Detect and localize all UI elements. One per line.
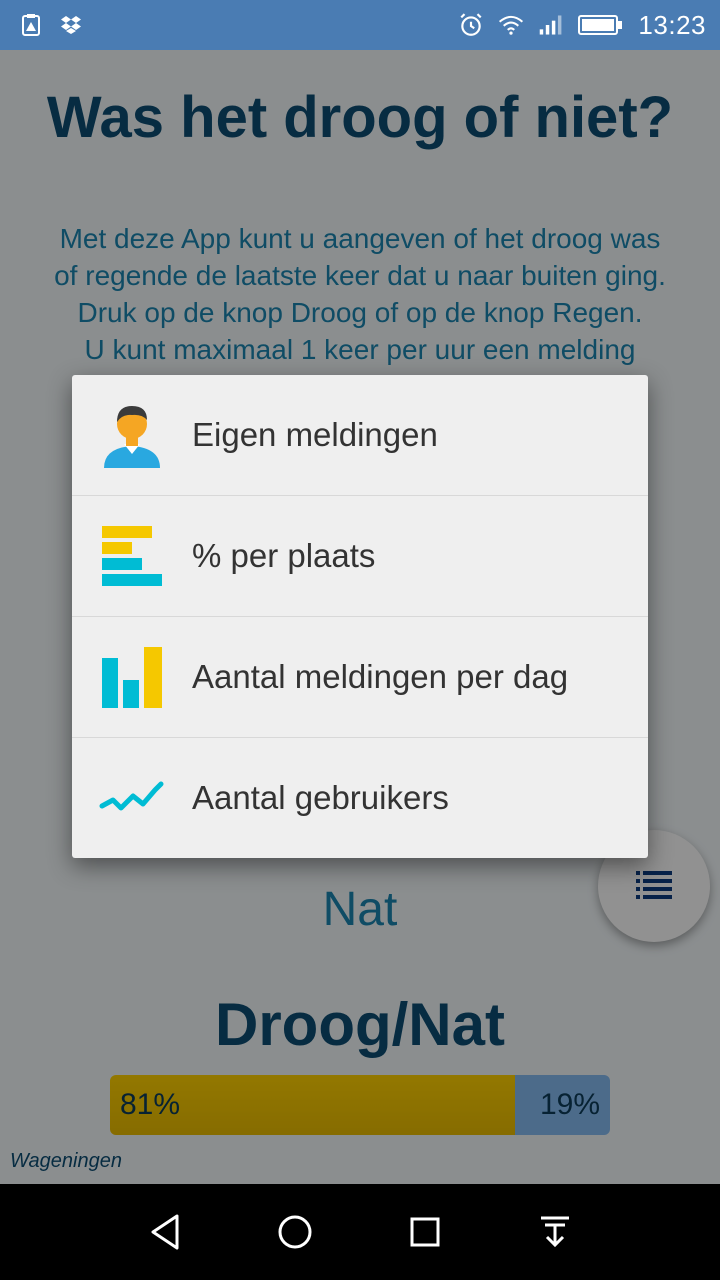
pull-down-icon [541, 1216, 569, 1248]
menu-item-aantal-meldingen-per-dag[interactable]: Aantal meldingen per dag [72, 617, 648, 738]
bar-chart-icon [72, 646, 192, 708]
recents-icon [410, 1217, 440, 1247]
menu-item-eigen-meldingen[interactable]: Eigen meldingen [72, 375, 648, 496]
menu-item-aantal-gebruikers[interactable]: Aantal gebruikers [72, 738, 648, 858]
back-icon [151, 1214, 179, 1250]
home-button[interactable] [265, 1202, 325, 1262]
cell-signal-icon [538, 12, 564, 38]
menu-item-label: Eigen meldingen [192, 416, 438, 453]
menu-item-label: % per plaats [192, 537, 376, 574]
alarm-icon [458, 12, 484, 38]
home-icon [278, 1215, 312, 1249]
recents-button[interactable] [395, 1202, 455, 1262]
line-chart-icon [72, 778, 192, 818]
person-avatar-icon [72, 402, 192, 468]
menu-item-percent-per-plaats[interactable]: % per plaats [72, 496, 648, 617]
popup-menu: Eigen meldingen % per plaats Aantal meld… [72, 375, 648, 858]
back-button[interactable] [135, 1202, 195, 1262]
battery-icon [578, 12, 624, 38]
clipboard-warning-icon [18, 12, 44, 38]
wifi-icon [498, 12, 524, 38]
notification-pull-button[interactable] [525, 1202, 585, 1262]
navigation-bar [0, 1184, 720, 1280]
horizontal-bars-icon [72, 525, 192, 587]
status-time: 13:23 [638, 9, 706, 40]
dropbox-icon [58, 12, 84, 38]
status-bar: 13:23 [0, 0, 720, 50]
menu-item-label: Aantal meldingen per dag [192, 658, 569, 695]
menu-item-label: Aantal gebruikers [192, 779, 449, 816]
